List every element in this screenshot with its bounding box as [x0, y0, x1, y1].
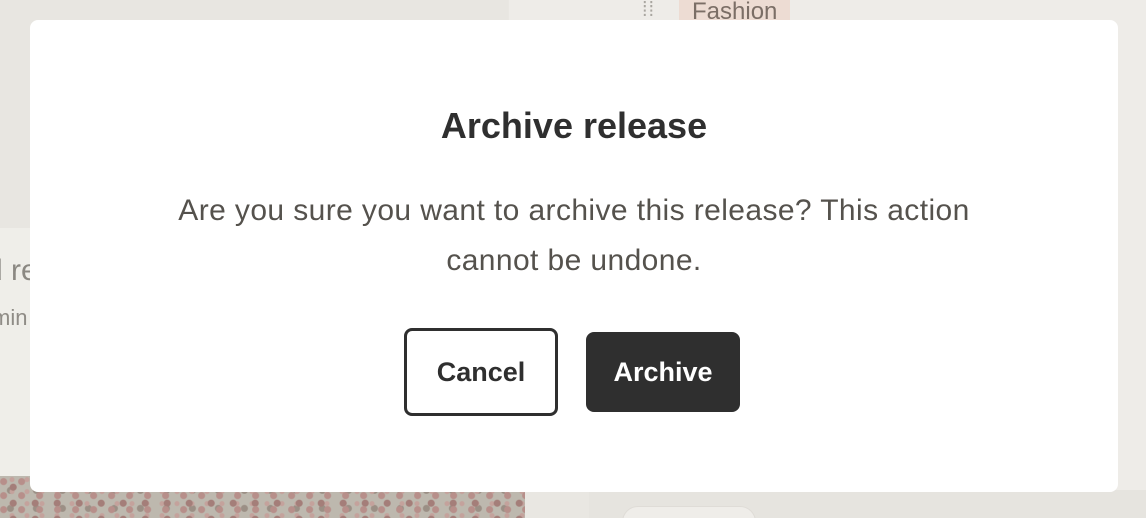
dialog-message: Are you sure you want to archive this re… — [178, 194, 970, 277]
dialog-title: Archive release — [440, 105, 708, 146]
archive-release-dialog: Archive release Are you sure you want to… — [30, 20, 1118, 492]
archive-button[interactable]: Archive — [586, 332, 740, 412]
drag-handle-icon[interactable]: ⁞⁞ — [642, 0, 655, 20]
background-pill-button — [622, 506, 756, 518]
cancel-button[interactable]: Cancel — [404, 328, 558, 416]
dialog-actions: Cancel Archive — [30, 328, 1118, 416]
release-card-subtitle: min — [0, 305, 28, 330]
